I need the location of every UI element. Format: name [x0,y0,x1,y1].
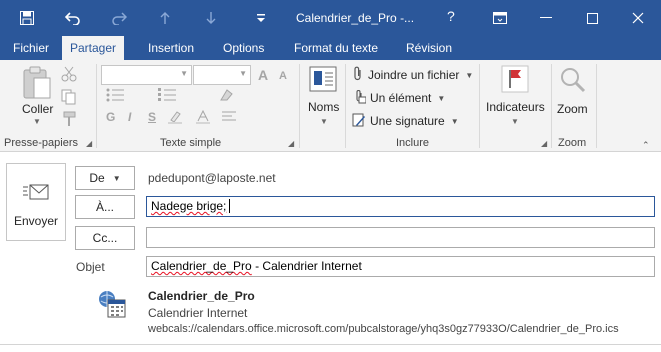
separator [345,64,346,148]
cc-field[interactable] [146,227,655,248]
names-button[interactable]: Noms [308,100,339,114]
next-item-icon[interactable] [196,0,226,36]
ribbon-tabs: Fichier Partager Insertion Options Forma… [0,36,661,61]
redo-icon[interactable] [104,0,134,36]
paperclip-icon [352,66,364,85]
align-icon[interactable] [222,110,236,127]
cc-button[interactable]: Cc... [75,226,135,250]
address-book-icon[interactable] [309,66,337,95]
title-bar: Calendrier_de_Pro -... ? [0,0,661,36]
attach-file-button[interactable]: Joindre un fichier ▼ [352,65,473,85]
underline-button[interactable]: S [148,110,156,124]
minimize-icon[interactable] [523,0,569,36]
numbering-icon[interactable] [158,88,178,105]
tab-options[interactable]: Options [215,36,272,60]
subject-text-part2: - Calendrier Internet [251,259,362,273]
bullets-icon[interactable] [106,88,126,105]
font-color-icon[interactable] [196,109,214,127]
chevron-down-icon: ▼ [437,93,446,103]
separator [479,64,480,148]
to-field[interactable]: Nadege brige;​ [146,196,655,217]
attachment-url: webcals://calendars.office.microsoft.com… [148,323,619,335]
clipboard-launcher-icon[interactable]: ◢ [86,139,92,148]
signature-label: Une signature [370,114,445,128]
separator [596,64,597,148]
paste-icon[interactable] [20,66,54,105]
tags-dropdown-icon[interactable]: ▼ [511,117,519,126]
bold-button[interactable]: G [106,110,115,124]
divider [0,344,661,345]
send-label: Envoyer [13,214,59,228]
attachment-subtitle: Calendrier Internet [148,306,248,320]
subject-text-part1: Calendrier_de_Pro [151,259,252,273]
paste-dropdown-icon[interactable]: ▼ [33,117,41,126]
from-address: pdedupont@laposte.net [148,171,276,185]
to-recipient: Nadege brige; [151,199,227,213]
window-title: Calendrier_de_Pro -... [296,11,415,25]
customize-icon[interactable] [246,0,276,36]
attach-file-label: Joindre un fichier [368,68,460,82]
ribbon-display-icon[interactable] [477,0,523,36]
help-button[interactable]: ? [447,8,455,24]
separator [551,64,552,148]
font-name-combo[interactable]: ▼ [101,65,192,85]
from-button-label: De [89,171,105,185]
names-dropdown-icon[interactable]: ▼ [320,117,328,126]
subject-field[interactable]: Calendrier_de_Pro - Calendrier Internet [146,256,655,277]
ribbon: Coller ▼ Presse-papiers ◢ ▼ ▼ A A G I S … [0,60,661,152]
zoom-icon[interactable] [559,66,587,97]
highlight-icon[interactable] [168,110,186,127]
paste-button[interactable]: Coller [22,102,53,116]
separator [96,64,97,148]
signature-button[interactable]: Une signature ▼ [352,111,459,131]
zoom-button[interactable]: Zoom [557,102,588,116]
signature-icon [352,113,366,130]
chevron-down-icon: ▼ [465,70,474,80]
zoom-group-label: Zoom [558,137,587,149]
grow-font-button[interactable]: A [258,67,268,83]
basic-text-launcher-icon[interactable]: ◢ [288,139,294,148]
collapse-ribbon-icon[interactable]: ⌃ [642,140,650,151]
separator [299,64,300,148]
chevron-down-icon: ▼ [112,173,121,183]
cut-icon[interactable] [61,66,77,85]
chevron-down-icon: ▼ [450,116,459,126]
tags-launcher-icon[interactable]: ◢ [541,139,547,148]
tab-revision[interactable]: Révision [398,36,460,60]
tags-button[interactable]: Indicateurs [486,100,545,114]
subject-label: Objet [76,260,105,274]
text-cursor: ​ [229,199,231,213]
italic-button[interactable]: I [128,110,131,124]
item-label: Un élément [370,91,432,105]
send-icon [23,184,49,205]
format-painter-icon[interactable] [61,111,77,130]
font-size-combo[interactable]: ▼ [193,65,251,85]
undo-icon[interactable] [58,0,88,36]
tab-insertion[interactable]: Insertion [140,36,202,60]
to-button[interactable]: À... [75,195,135,219]
shrink-font-button[interactable]: A [279,70,287,82]
attachment-title: Calendrier_de_Pro [148,289,255,303]
clear-formatting-icon[interactable] [218,88,234,105]
clipboard-group-label: Presse-papiers [4,137,78,149]
tab-format-du-texte[interactable]: Format du texte [286,36,386,60]
previous-item-icon[interactable] [150,0,180,36]
tab-fichier[interactable]: Fichier [5,36,57,60]
from-button[interactable]: De ▼ [75,166,135,190]
internet-calendar-icon[interactable] [98,290,126,321]
copy-icon[interactable] [61,89,77,108]
maximize-icon[interactable] [569,0,615,36]
tab-partager[interactable]: Partager [62,36,125,61]
close-icon[interactable] [615,0,661,36]
include-group-label: Inclure [396,137,430,149]
send-button[interactable]: Envoyer [6,163,66,241]
outlook-item-icon [352,89,367,107]
basic-text-group-label: Texte simple [160,137,222,149]
flag-icon[interactable] [501,65,529,96]
item-button[interactable]: Un élément ▼ [352,88,445,108]
save-icon[interactable] [12,0,42,36]
